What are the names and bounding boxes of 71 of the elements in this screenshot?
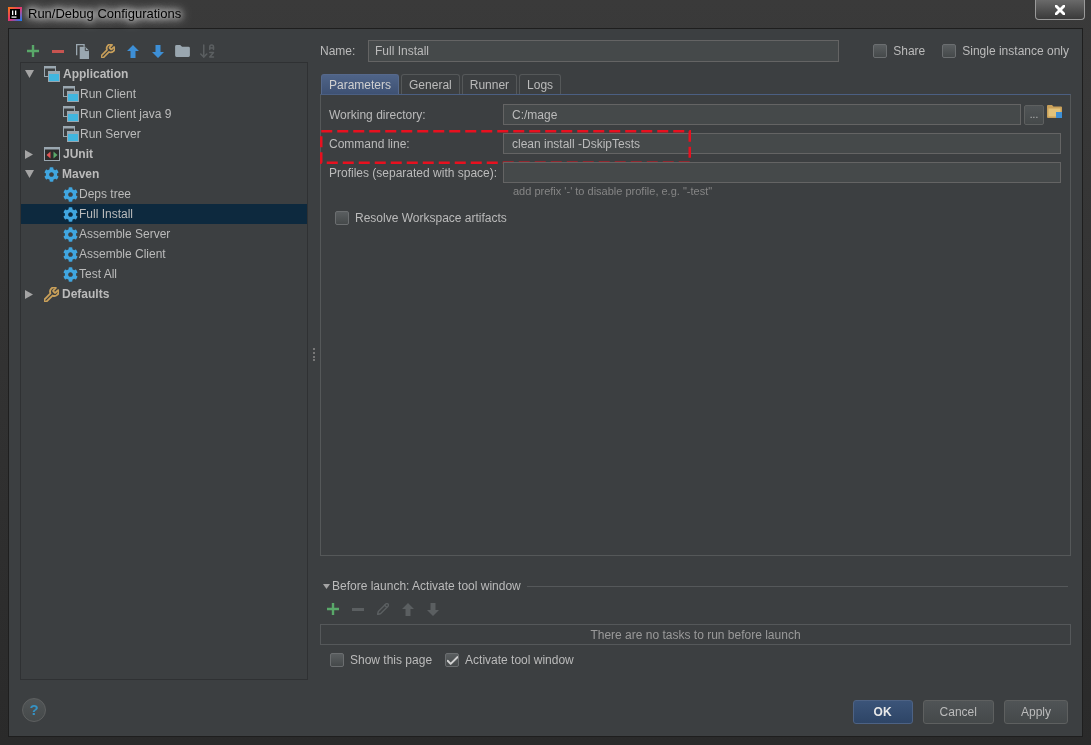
caret-right-icon[interactable]	[25, 289, 33, 299]
caret-down-icon[interactable]	[25, 70, 34, 78]
split-arrows-icon	[44, 147, 60, 161]
plus-icon[interactable]	[26, 45, 39, 57]
dialog-button[interactable]: Cancel	[922, 700, 994, 724]
checkbox[interactable]	[330, 653, 344, 667]
tree-item[interactable]: JUnit	[21, 144, 308, 164]
checkbox[interactable]	[445, 653, 460, 667]
name-field[interactable]: Full Install	[368, 39, 839, 62]
gear-icon	[44, 166, 59, 182]
gear-icon	[63, 226, 78, 242]
tab[interactable]: Parameters	[321, 74, 400, 94]
tree-item[interactable]: Assemble Client	[21, 244, 308, 264]
dialog-button[interactable]: Apply	[1003, 700, 1068, 724]
field-label: Command line:	[329, 135, 411, 153]
gear-icon	[63, 186, 78, 202]
minus-icon[interactable]	[51, 49, 64, 53]
checkbox-label: Single instance only	[962, 42, 1069, 60]
checkbox[interactable]	[873, 43, 888, 58]
copy-icon[interactable]	[76, 43, 89, 59]
tree-item[interactable]: Test All	[21, 264, 308, 284]
tree-item[interactable]: Defaults	[21, 284, 308, 304]
field-label: Working directory:	[329, 106, 427, 124]
wrench-icon[interactable]	[100, 44, 115, 58]
tree-item[interactable]: Application	[21, 64, 308, 84]
helper-text: add prefix '-' to disable profile, e.g. "-test"	[513, 184, 713, 200]
tree-item[interactable]: Assemble Server	[21, 224, 308, 244]
tree-item[interactable]: Maven	[21, 164, 308, 184]
close-icon	[1055, 4, 1065, 15]
window-icon	[63, 106, 79, 122]
tree-item[interactable]: Run Client	[21, 84, 308, 104]
checkbox-label: Resolve Workspace artifacts	[355, 210, 507, 227]
arrow-up-icon[interactable]	[126, 44, 139, 58]
tree-item[interactable]: Full Install	[21, 204, 308, 224]
plus-icon[interactable]	[326, 603, 339, 615]
window-icon	[44, 66, 60, 82]
checkbox[interactable]	[942, 43, 957, 58]
splitter-handle[interactable]	[312, 348, 316, 361]
folder-icon[interactable]	[175, 45, 190, 57]
checkbox-label: Share	[893, 42, 926, 60]
caret-down-icon[interactable]	[322, 583, 330, 589]
gear-icon	[63, 206, 78, 222]
dialog-button[interactable]: OK	[852, 700, 913, 724]
tab[interactable]: Runner	[461, 74, 518, 94]
window-icon	[63, 126, 79, 142]
field-label: Name:	[320, 42, 357, 60]
gear-icon	[63, 266, 78, 282]
close-button[interactable]	[1035, 0, 1085, 20]
folder-icon[interactable]	[1047, 105, 1062, 118]
caret-down-icon[interactable]	[25, 170, 34, 178]
checkbox[interactable]	[335, 211, 349, 225]
field-label: Profiles (separated with space):	[329, 164, 499, 182]
wrench-icon	[44, 286, 59, 302]
text-field[interactable]: clean install -DskipTests	[503, 133, 1061, 154]
tree-item[interactable]: Run Client java 9	[21, 104, 308, 124]
check-icon	[446, 655, 458, 665]
arrow-down-icon[interactable]	[151, 44, 164, 58]
text-field[interactable]	[503, 162, 1061, 183]
section-title: Before launch: Activate tool window	[332, 578, 521, 595]
tree-item[interactable]: Run Server	[21, 124, 308, 144]
text-field[interactable]: C:/mage	[503, 104, 1021, 125]
checkbox-label: Activate tool window	[465, 652, 574, 669]
tree-item[interactable]: Deps tree	[21, 184, 308, 204]
gear-icon	[63, 246, 78, 262]
window-icon	[63, 86, 79, 102]
empty-list-message: There are no tasks to run before launch	[590, 626, 801, 644]
tab[interactable]: General	[401, 74, 460, 94]
checkbox-label: Show this page	[350, 652, 433, 669]
caret-right-icon[interactable]	[25, 149, 33, 159]
browse-button[interactable]: ...	[1024, 104, 1044, 125]
tab[interactable]: Logs	[519, 74, 562, 94]
